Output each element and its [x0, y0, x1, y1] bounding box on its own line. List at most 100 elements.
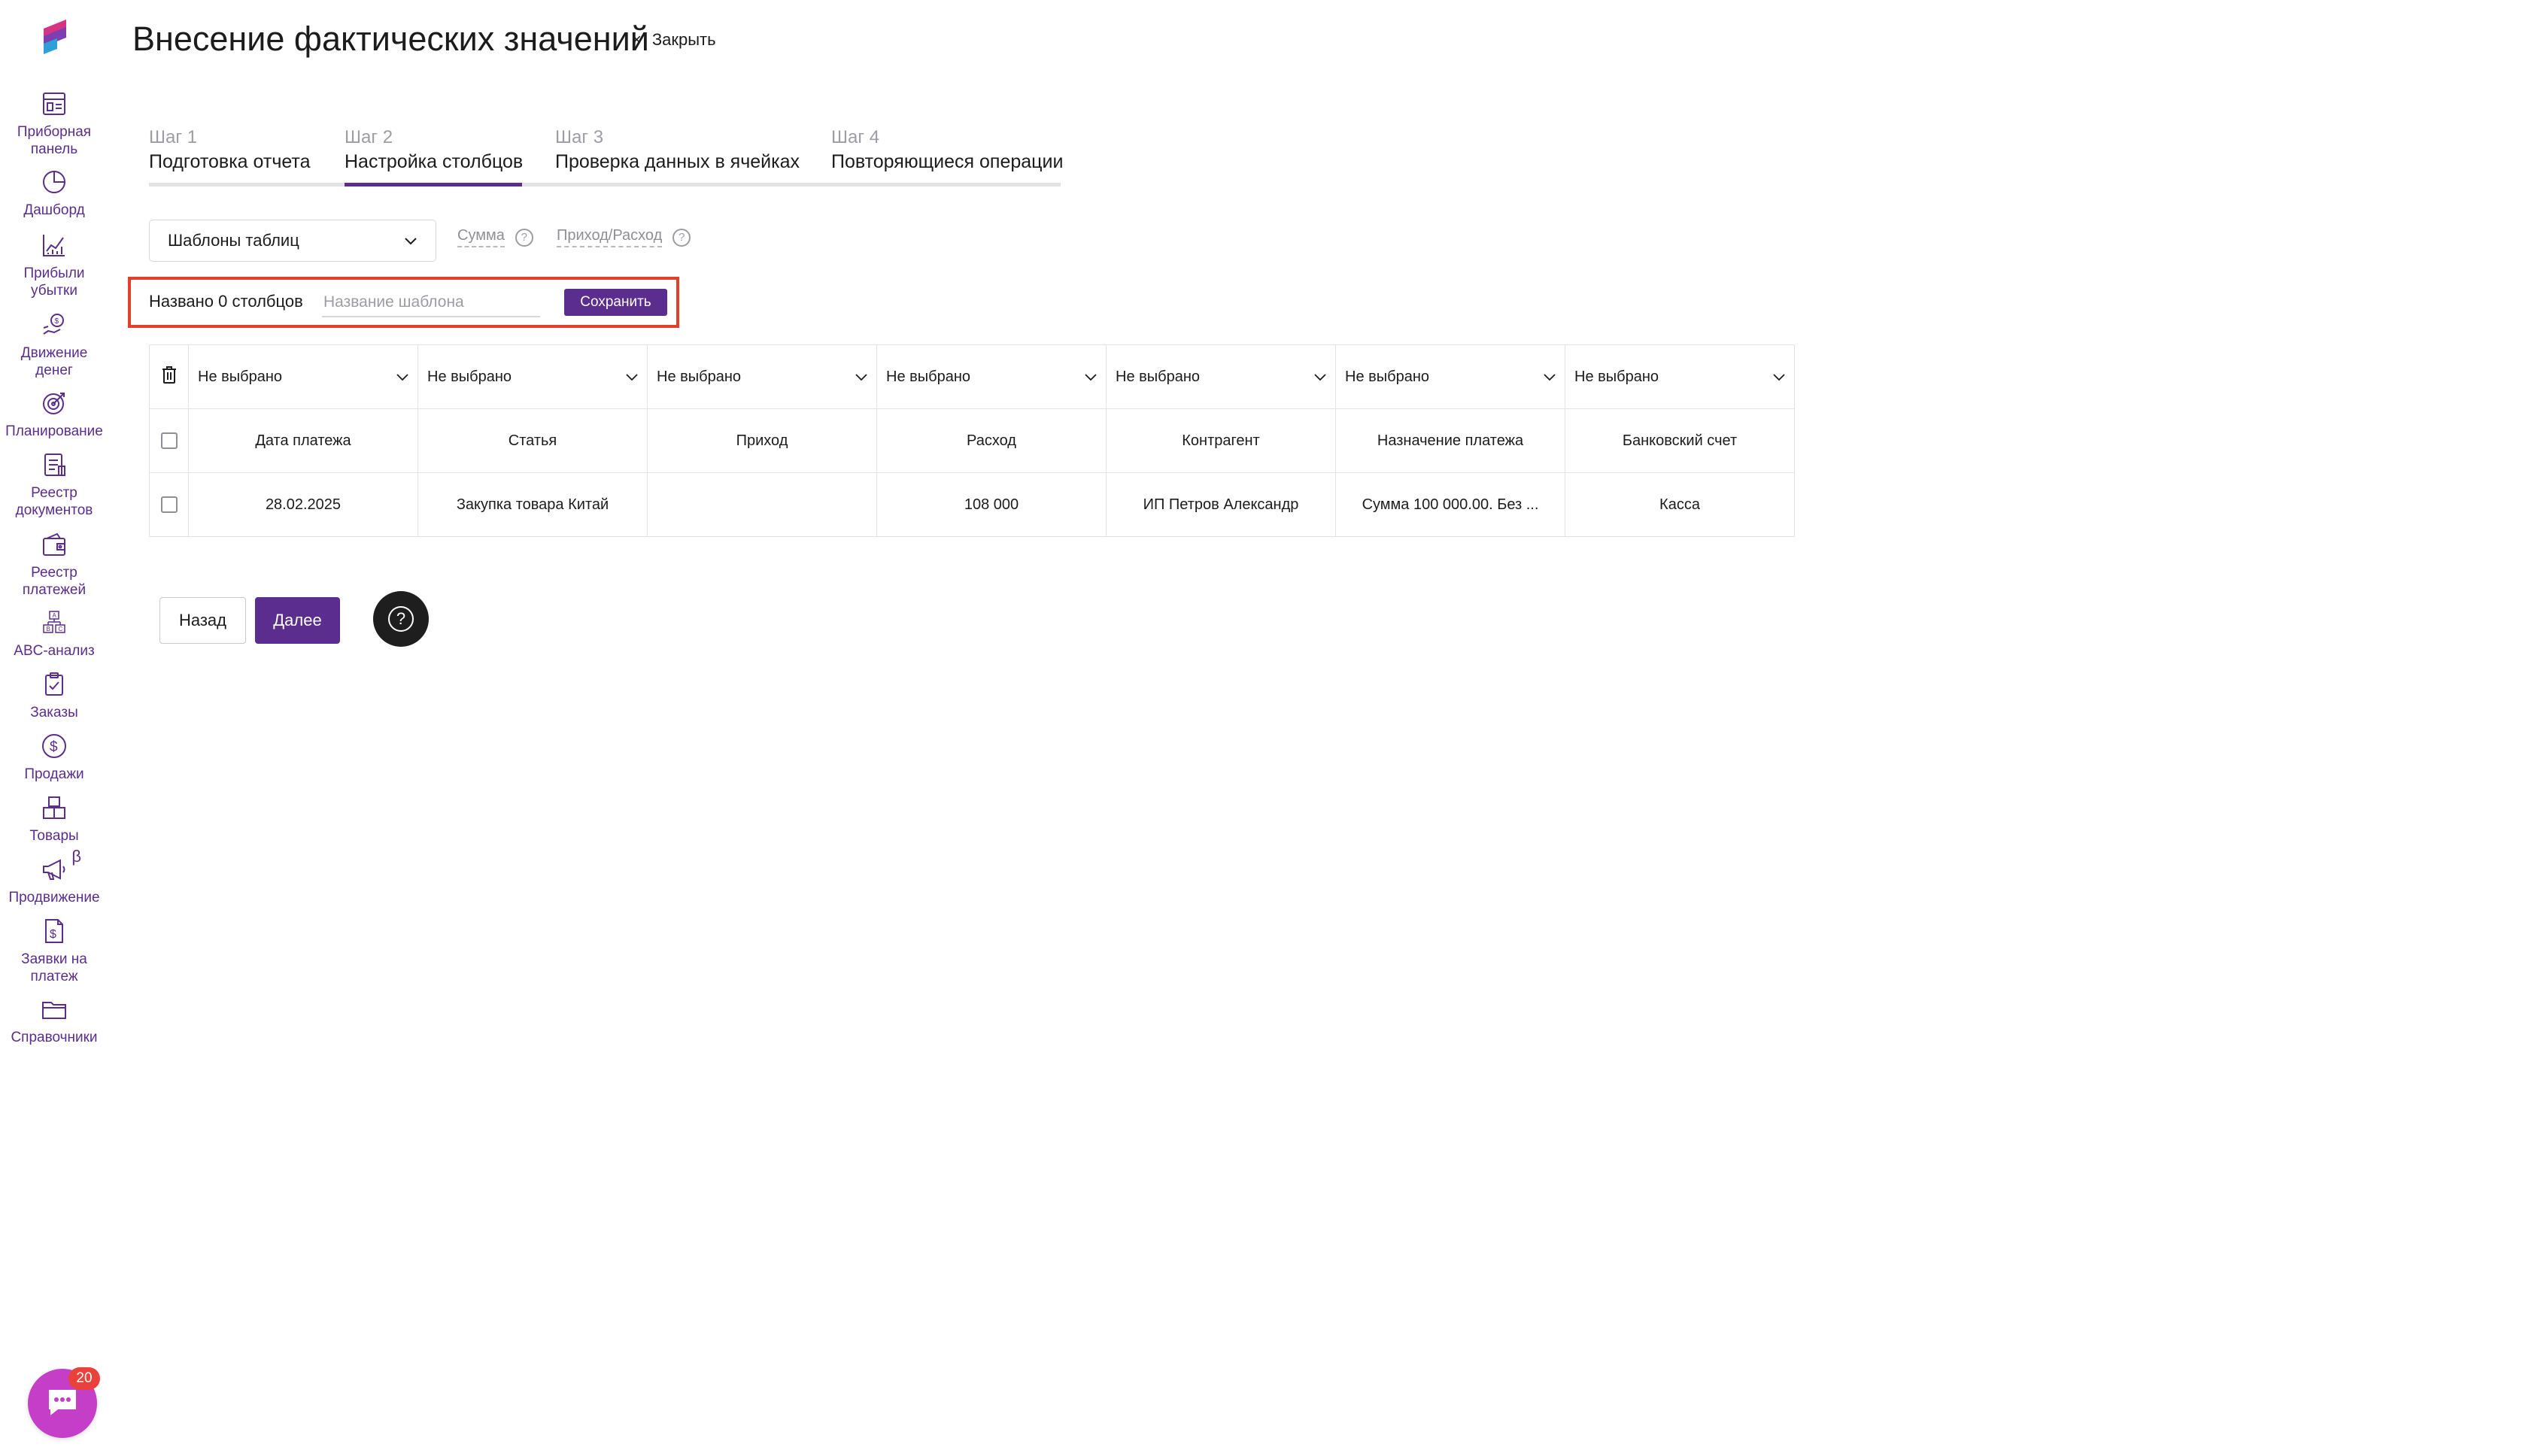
row-checkbox-cell [149, 408, 189, 473]
legend-income-expense-label: Приход/Расход [557, 227, 663, 247]
sidebar-item-planning[interactable]: Планирование [0, 388, 108, 440]
help-icon[interactable]: ? [515, 228, 533, 247]
question-icon: ? [388, 606, 414, 632]
help-button[interactable]: ? [373, 591, 429, 647]
column-select-value: Не выбрано [657, 368, 741, 385]
sidebar-item-label: Прибыли убытки [23, 265, 85, 299]
sidebar-item-label: Товары [29, 828, 79, 844]
column-select-2[interactable]: Не выбрано [417, 344, 648, 409]
svg-text:$: $ [50, 739, 58, 755]
legend-income-expense[interactable]: Приход/Расход ? [557, 227, 691, 247]
column-select-7[interactable]: Не выбрано [1565, 344, 1795, 409]
trash-icon[interactable] [161, 365, 178, 384]
chevron-down-icon [1085, 369, 1097, 386]
chevron-down-icon [855, 369, 867, 386]
sidebar-item-money-flow[interactable]: $ Движение денег [0, 310, 108, 379]
template-name-input[interactable] [322, 289, 540, 317]
save-template-button[interactable]: Сохранить [564, 289, 667, 316]
dashboard-panel-icon [39, 89, 69, 119]
payment-request-icon: $ [39, 916, 69, 946]
row-checkbox[interactable] [160, 432, 178, 450]
close-button[interactable]: × Закрыть [632, 30, 716, 50]
column-select-6[interactable]: Не выбрано [1335, 344, 1565, 409]
target-icon [39, 388, 69, 418]
sidebar-item-label: Продажи [24, 766, 84, 782]
sidebar-item-sales[interactable]: $ Продажи [0, 731, 108, 783]
sidebar-item-label: Заявки на платеж [21, 951, 87, 984]
next-button[interactable]: Далее [255, 597, 340, 644]
table-cell: Дата платежа [188, 408, 418, 473]
table-cell: Назначение платежа [1335, 408, 1565, 473]
step-title: Проверка данных в ячейках [555, 151, 800, 172]
chat-icon [44, 1384, 80, 1424]
sidebar: Приборная панель Дашборд Прибыли убытки … [0, 0, 108, 1456]
chat-button[interactable]: 20 [28, 1367, 100, 1438]
column-select-3[interactable]: Не выбрано [647, 344, 877, 409]
columns-mapping-table: Не выбрано Не выбрано Не выбрано Не выбр… [149, 344, 1795, 537]
dollar-circle-icon: $ [39, 731, 69, 761]
step-1[interactable]: Шаг 1 Подготовка отчета [149, 126, 311, 174]
table-cell: 28.02.2025 [188, 472, 418, 537]
column-select-value: Не выбрано [1345, 368, 1429, 385]
named-columns-count: Названо 0 столбцов [149, 292, 303, 311]
table-cell: 108 000 [876, 472, 1107, 537]
step-title: Повторяющиеся операции [831, 151, 1064, 172]
sidebar-item-documents-registry[interactable]: Реестр документов [0, 450, 108, 519]
column-select-5[interactable]: Не выбрано [1106, 344, 1336, 409]
row-checkbox-cell [149, 472, 189, 537]
sidebar-item-goods[interactable]: Товары [0, 793, 108, 845]
chat-unread-badge: 20 [68, 1367, 100, 1390]
pie-chart-icon [39, 167, 69, 197]
sidebar-item-label: Планирование [5, 423, 103, 439]
step-2[interactable]: Шаг 2 Настройка столбцов [345, 126, 523, 187]
table-cell: Приход [647, 408, 877, 473]
close-icon: × [632, 30, 642, 49]
sidebar-item-promotion[interactable]: β Продвижение [0, 847, 108, 906]
megaphone-icon [39, 854, 69, 884]
column-select-row: Не выбрано Не выбрано Не выбрано Не выбр… [149, 344, 1795, 409]
sidebar-item-label: Реестр документов [15, 485, 93, 518]
column-select-4[interactable]: Не выбрано [876, 344, 1107, 409]
table-cell: Закупка товара Китай [417, 472, 648, 537]
help-icon[interactable]: ? [672, 228, 691, 247]
beta-badge: β [71, 847, 81, 866]
step-number: Шаг 4 [831, 127, 880, 147]
templates-dropdown-value: Шаблоны таблиц [168, 231, 299, 250]
row-checkbox[interactable] [160, 496, 178, 514]
trash-cell [149, 344, 189, 409]
chevron-down-icon [626, 369, 638, 386]
sidebar-item-dashboard[interactable]: Дашборд [0, 167, 108, 219]
sidebar-item-label: Движение денег [20, 345, 88, 378]
wizard-steps: Шаг 1 Подготовка отчета Шаг 2 Настройка … [149, 126, 1063, 187]
app-logo[interactable] [39, 18, 69, 57]
sidebar-item-label: Заказы [30, 705, 78, 720]
sidebar-item-abc-analysis[interactable]: A B C ABC-анализ [0, 608, 108, 660]
table-row: 28.02.2025 Закупка товара Китай 108 000 … [149, 472, 1795, 537]
sidebar-item-dashboard-panel[interactable]: Приборная панель [0, 89, 108, 158]
legend-sum[interactable]: Сумма ? [457, 227, 533, 247]
table-cell: ИП Петров Александр [1106, 472, 1336, 537]
sidebar-item-orders[interactable]: Заказы [0, 669, 108, 721]
step-title: Подготовка отчета [149, 151, 311, 172]
templates-dropdown[interactable]: Шаблоны таблиц [149, 220, 436, 262]
sidebar-item-payments-registry[interactable]: Реестр платежей [0, 529, 108, 599]
sidebar-item-profit-loss[interactable]: Прибыли убытки [0, 230, 108, 299]
table-cell: Сумма 100 000.00. Без ... [1335, 472, 1565, 537]
column-select-value: Не выбрано [427, 368, 512, 385]
step-number: Шаг 2 [345, 127, 393, 147]
step-4[interactable]: Шаг 4 Повторяющиеся операции [831, 126, 1063, 174]
sidebar-item-label: ABC-анализ [14, 643, 95, 659]
column-select-1[interactable]: Не выбрано [188, 344, 418, 409]
column-select-value: Не выбрано [886, 368, 970, 385]
table-cell [647, 472, 877, 537]
line-chart-icon [39, 230, 69, 260]
step-3[interactable]: Шаг 3 Проверка данных в ячейках [555, 126, 800, 174]
steps-track [149, 183, 1061, 187]
svg-text:C: C [59, 626, 63, 632]
sidebar-item-references[interactable]: Справочники [0, 994, 108, 1046]
table-cell: Расход [876, 408, 1107, 473]
step-number: Шаг 3 [555, 127, 604, 147]
boxes-icon [39, 793, 69, 823]
sidebar-item-payment-requests[interactable]: $ Заявки на платеж [0, 916, 108, 985]
back-button[interactable]: Назад [159, 597, 246, 644]
